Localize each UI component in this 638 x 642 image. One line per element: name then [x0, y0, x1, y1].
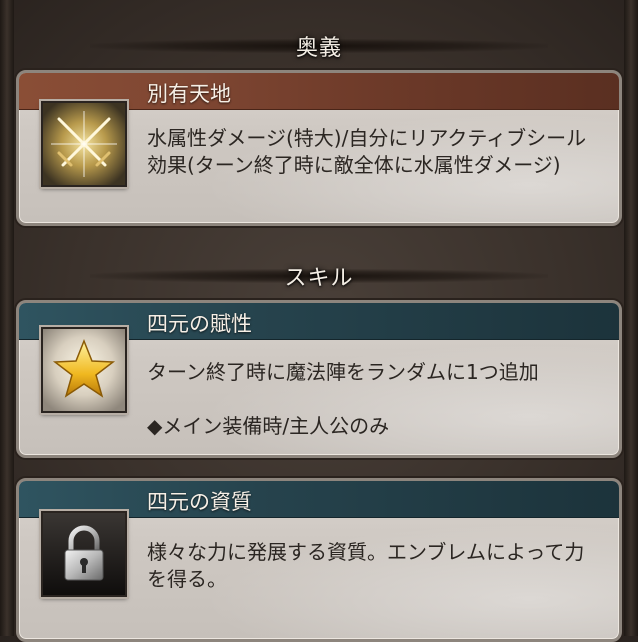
- skill-1-name: 四元の賦性: [147, 312, 252, 336]
- lock-icon: [41, 511, 127, 597]
- skill-1-note: ◆メイン装備時/主人公のみ: [147, 414, 390, 438]
- skill-2-description: 様々な力に発展する資質。エンブレムによって力を得る。: [147, 540, 585, 591]
- skill-card-1[interactable]: 四元の賦性 ターン終了時に魔法陣をランダムに1つ追加 ◆メイン装備時/主人公のみ: [16, 300, 622, 458]
- skill-1-description: ターン終了時に魔法陣をランダムに1つ追加: [147, 360, 539, 384]
- right-frame-border: [624, 0, 638, 636]
- star-icon: [41, 327, 127, 413]
- ougi-description: 水属性ダメージ(特大)/自分にリアクティブシール効果(ターン終了時に敵全体に水属…: [147, 126, 587, 177]
- skill-section-title: スキル: [284, 266, 354, 291]
- ougi-name: 別有天地: [147, 82, 231, 106]
- left-frame-border: [0, 0, 14, 636]
- skill-section-header: スキル: [0, 256, 638, 296]
- skill-card-2[interactable]: 四元の資質 様々な力に発展する資質。エンブレムによって力を得る。: [16, 478, 622, 642]
- skill-2-name: 四元の資質: [147, 490, 252, 514]
- ougi-card[interactable]: 別有天地 水属性ダメージ(特大)/自分にリアクティブシール効果(ターン終了時に敵…: [16, 70, 622, 226]
- ougi-section-title: 奥義: [295, 36, 342, 61]
- crossed-swords-icon: [41, 101, 127, 187]
- ougi-section-header: 奥義: [0, 26, 638, 66]
